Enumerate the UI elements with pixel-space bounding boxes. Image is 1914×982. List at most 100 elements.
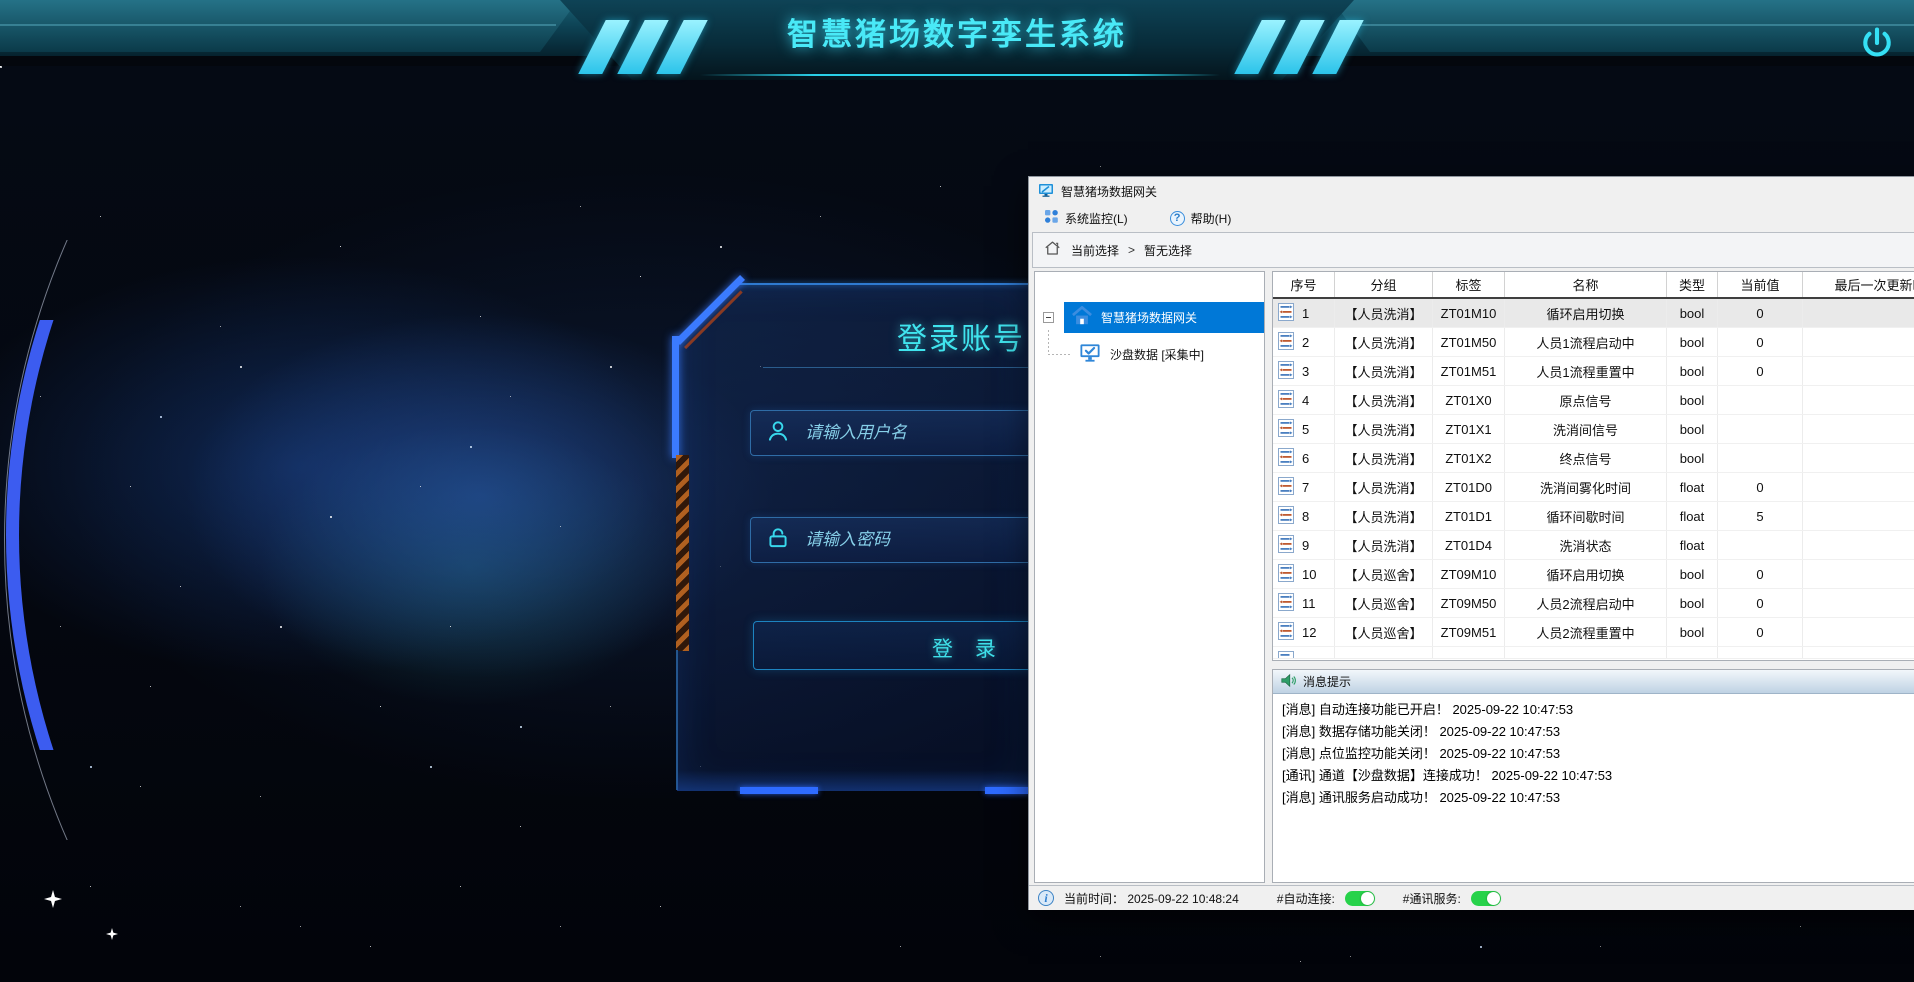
row-tag: ZT01D0 <box>1433 473 1505 501</box>
table-row[interactable]: 11 【人员巡舍】 ZT09M50 人员2流程启动中 bool 0 <box>1273 589 1914 618</box>
tag-row-icon <box>1278 535 1294 556</box>
monitor-check-icon <box>1079 343 1101 366</box>
row-value: 0 <box>1718 618 1803 646</box>
tag-row-icon <box>1278 419 1294 440</box>
password-input[interactable] <box>805 530 1065 550</box>
table-row[interactable]: 8 【人员洗消】 ZT01D1 循环间歇时间 float 5 <box>1273 502 1914 531</box>
column-header[interactable]: 名称 <box>1505 272 1667 297</box>
row-last-update <box>1803 560 1914 588</box>
auto-connect-toggle[interactable] <box>1345 891 1375 906</box>
menu-help-label: 帮助(H) <box>1191 210 1232 227</box>
home-icon[interactable] <box>1043 239 1062 261</box>
column-header[interactable]: 类型 <box>1667 272 1718 297</box>
row-last-update <box>1803 473 1914 501</box>
row-name: 人员1流程重置中 <box>1505 357 1667 385</box>
row-last-update <box>1803 328 1914 356</box>
table-row[interactable]: 9 【人员洗消】 ZT01D4 洗消状态 float <box>1273 531 1914 560</box>
help-icon: ? <box>1170 211 1185 226</box>
table-row-partial <box>1273 647 1914 659</box>
table-row[interactable]: 7 【人员洗消】 ZT01D0 洗消间雾化时间 float 0 <box>1273 473 1914 502</box>
table-row[interactable]: 4 【人员洗消】 ZT01X0 原点信号 bool <box>1273 386 1914 415</box>
row-tag: ZT01D1 <box>1433 502 1505 530</box>
column-header[interactable]: 分组 <box>1335 272 1433 297</box>
row-no: 2 <box>1302 335 1309 350</box>
table-row[interactable]: 12 【人员巡舍】 ZT09M51 人员2流程重置中 bool 0 <box>1273 618 1914 647</box>
tree-root-label: 智慧猪场数据网关 <box>1101 309 1197 326</box>
row-value: 0 <box>1718 589 1803 617</box>
tree-node-sandbox-data[interactable]: 沙盘数据 [采集中] <box>1079 340 1204 368</box>
row-name: 原点信号 <box>1505 386 1667 414</box>
window-titlebar[interactable]: 智慧猪场数据网关 <box>1029 177 1914 205</box>
home-filled-icon <box>1071 306 1093 329</box>
row-type: bool <box>1667 415 1718 443</box>
row-group: 【人员洗消】 <box>1335 299 1433 327</box>
info-icon: i <box>1038 890 1054 906</box>
row-name: 循环启用切换 <box>1505 299 1667 327</box>
panel-left-border <box>676 650 678 790</box>
comm-service-toggle[interactable] <box>1471 891 1501 906</box>
column-header[interactable]: 标签 <box>1433 272 1505 297</box>
row-value: 0 <box>1718 560 1803 588</box>
message-line: [消息] 点位监控功能关闭！ 2025-09-22 10:47:53 <box>1282 743 1914 765</box>
breadcrumb: 当前选择 > 暂无选择 <box>1032 232 1914 268</box>
message-panel: 消息提示 [消息] 自动连接功能已开启！ 2025-09-22 10:47:53… <box>1272 669 1914 883</box>
row-name: 洗消间雾化时间 <box>1505 473 1667 501</box>
tag-row-icon <box>1278 477 1294 498</box>
row-last-update <box>1803 357 1914 385</box>
row-tag: ZT09M50 <box>1433 589 1505 617</box>
message-line: [消息] 数据存储功能关闭！ 2025-09-22 10:47:53 <box>1282 721 1914 743</box>
column-header[interactable]: 序号 <box>1273 272 1335 297</box>
row-no: 3 <box>1302 364 1309 379</box>
row-group: 【人员洗消】 <box>1335 415 1433 443</box>
row-type: bool <box>1667 357 1718 385</box>
row-tag: ZT09M51 <box>1433 618 1505 646</box>
login-button-label: 登 录 <box>932 633 1004 663</box>
column-header[interactable]: 当前值 <box>1718 272 1803 297</box>
username-input[interactable] <box>805 423 1065 443</box>
row-tag: ZT01D4 <box>1433 531 1505 559</box>
row-no: 9 <box>1302 538 1309 553</box>
right-panels: 序号 分组 标签 名称 类型 当前值 最后一次更新时间 <box>1272 271 1914 883</box>
row-value <box>1718 386 1803 414</box>
table-row[interactable]: 3 【人员洗消】 ZT01M51 人员1流程重置中 bool 0 <box>1273 357 1914 386</box>
row-group: 【人员巡舍】 <box>1335 618 1433 646</box>
row-value: 0 <box>1718 473 1803 501</box>
row-last-update <box>1803 415 1914 443</box>
window-title: 智慧猪场数据网关 <box>1061 183 1157 200</box>
row-value <box>1718 415 1803 443</box>
row-type: float <box>1667 473 1718 501</box>
message-list: [消息] 自动连接功能已开启！ 2025-09-22 10:47:53 [消息]… <box>1273 694 1914 814</box>
row-no: 8 <box>1302 509 1309 524</box>
row-value: 0 <box>1718 328 1803 356</box>
row-no: 6 <box>1302 451 1309 466</box>
tag-row-icon <box>1278 593 1294 614</box>
row-last-update <box>1803 299 1914 327</box>
row-last-update <box>1803 589 1914 617</box>
tag-row-icon <box>1278 564 1294 585</box>
tag-row-icon <box>1278 448 1294 469</box>
table-row[interactable]: 2 【人员洗消】 ZT01M50 人员1流程启动中 bool 0 <box>1273 328 1914 357</box>
menu-help[interactable]: ? 帮助(H) <box>1166 208 1236 229</box>
menu-system-monitor-label: 系统监控(L) <box>1065 210 1128 227</box>
row-group: 【人员巡舍】 <box>1335 589 1433 617</box>
table-row[interactable]: 6 【人员洗消】 ZT01X2 终点信号 bool <box>1273 444 1914 473</box>
tree-root-node[interactable]: 智慧猪场数据网关 <box>1071 302 1197 333</box>
row-name: 人员2流程启动中 <box>1505 589 1667 617</box>
row-no: 11 <box>1302 596 1316 611</box>
table-row[interactable]: 1 【人员洗消】 ZT01M10 循环启用切换 bool 0 <box>1273 299 1914 328</box>
message-line: [消息] 通讯服务启动成功！ 2025-09-22 10:47:53 <box>1282 787 1914 809</box>
message-line: [通讯] 通道【沙盘数据】连接成功！ 2025-09-22 10:47:53 <box>1282 765 1914 787</box>
row-type: bool <box>1667 328 1718 356</box>
row-last-update <box>1803 531 1914 559</box>
column-header[interactable]: 最后一次更新时间 <box>1803 272 1914 297</box>
menu-system-monitor[interactable]: 系统监控(L) <box>1040 207 1132 229</box>
row-tag: ZT01X0 <box>1433 386 1505 414</box>
table-row[interactable]: 5 【人员洗消】 ZT01X1 洗消间信号 bool <box>1273 415 1914 444</box>
panel-bottom-accent-bar <box>740 787 818 794</box>
row-type: float <box>1667 502 1718 530</box>
panel-bottom-accent-bar <box>985 787 1029 794</box>
tree-collapse-icon[interactable] <box>1043 312 1054 323</box>
table-row[interactable]: 10 【人员巡舍】 ZT09M10 循环启用切换 bool 0 <box>1273 560 1914 589</box>
tag-row-icon <box>1278 506 1294 527</box>
message-panel-title: 消息提示 <box>1303 673 1351 690</box>
